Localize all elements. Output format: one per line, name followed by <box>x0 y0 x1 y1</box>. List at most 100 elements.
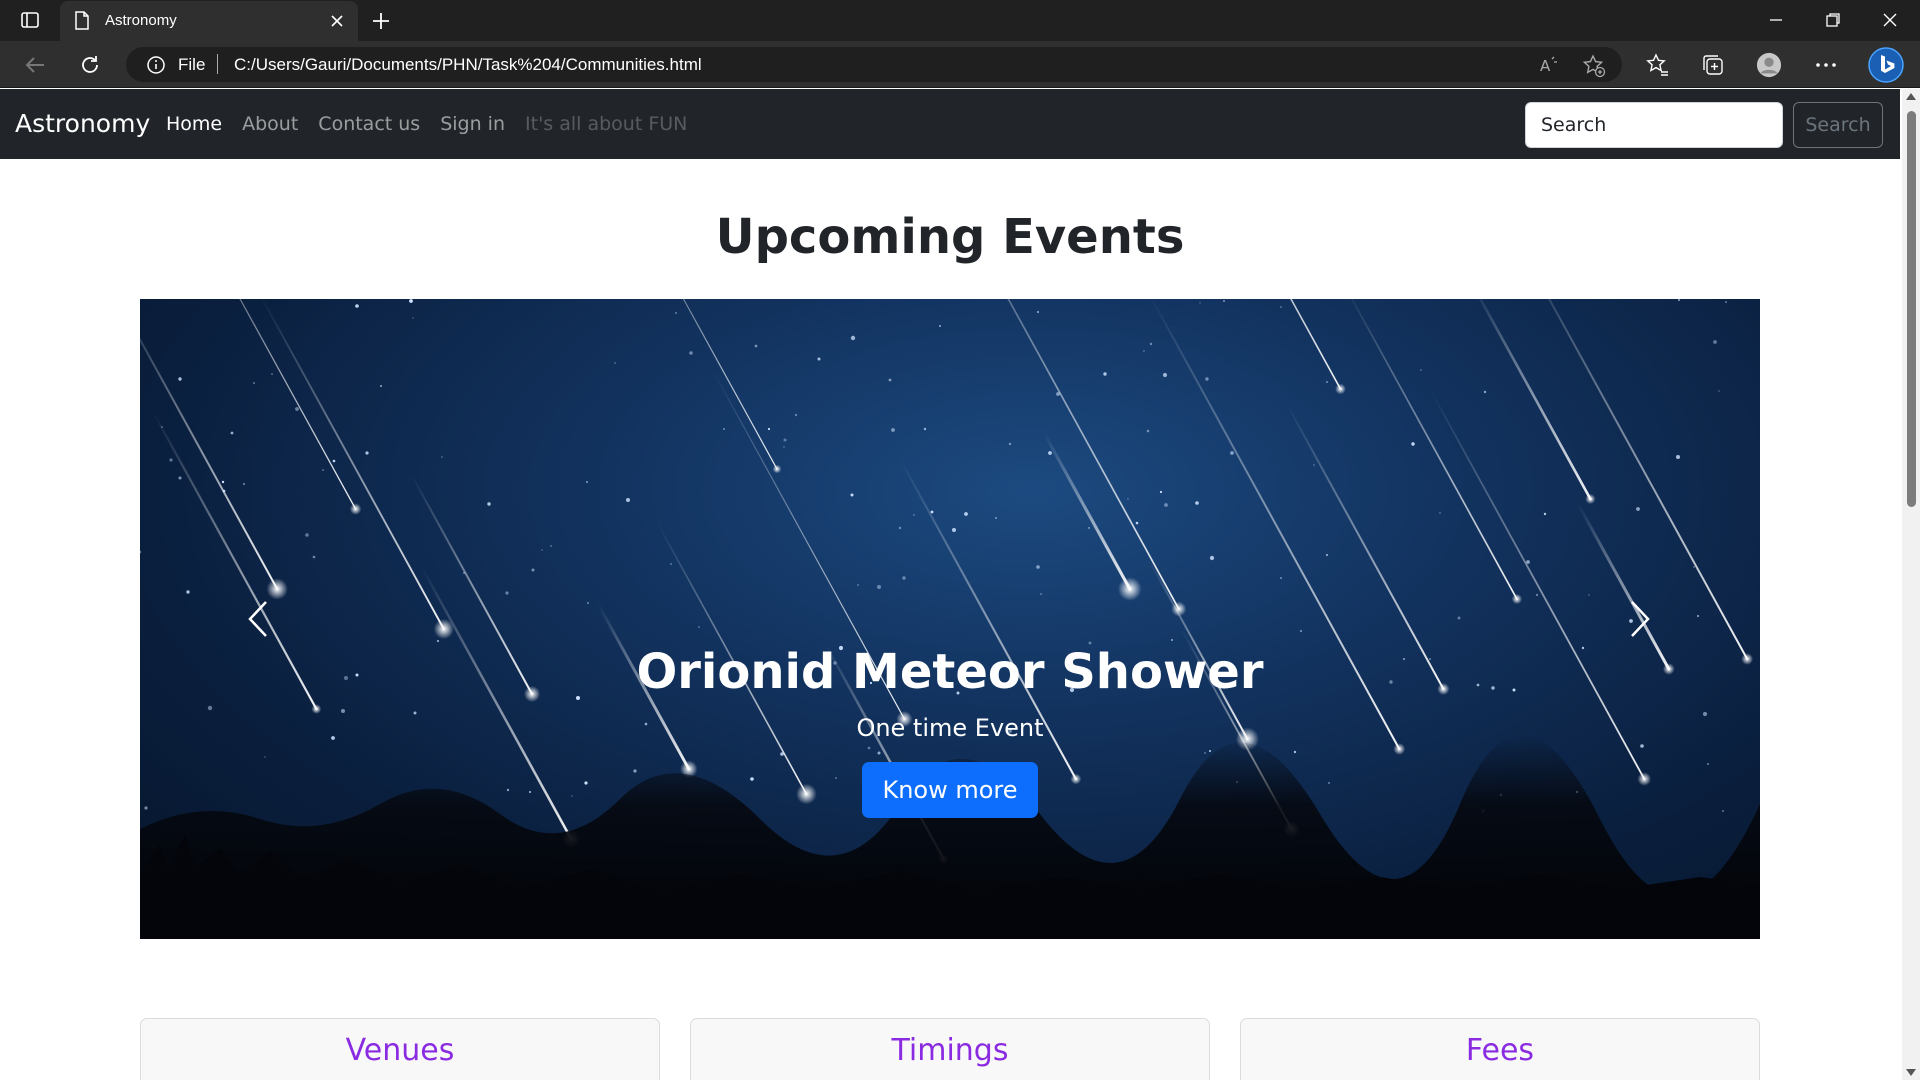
star <box>877 585 881 589</box>
close-tab-icon[interactable] <box>328 12 346 30</box>
star <box>178 377 182 381</box>
meteor-streak <box>140 337 279 590</box>
more-options-icon[interactable] <box>1813 52 1839 78</box>
star <box>1205 377 1209 381</box>
star <box>964 512 968 516</box>
carousel-prev-icon[interactable] <box>240 594 280 644</box>
star <box>891 428 895 432</box>
star <box>186 590 190 594</box>
star <box>355 304 359 308</box>
star <box>1696 614 1700 618</box>
nav-link-contact[interactable]: Contact us <box>318 113 420 135</box>
star <box>140 550 142 554</box>
minimize-icon[interactable] <box>1766 10 1786 30</box>
vertical-scrollbar[interactable] <box>1902 89 1920 1080</box>
star <box>1171 639 1173 641</box>
restore-icon[interactable] <box>1823 10 1843 30</box>
star <box>585 480 589 484</box>
star <box>1280 306 1282 308</box>
star <box>1713 340 1717 344</box>
star <box>1143 350 1145 352</box>
star <box>169 458 173 462</box>
star <box>1326 381 1328 383</box>
star <box>783 446 785 448</box>
meteor-streak <box>1290 299 1342 390</box>
star <box>1411 442 1415 446</box>
browser-tab[interactable]: Astronomy <box>60 1 358 41</box>
meteor-streak <box>261 299 445 630</box>
star <box>1127 498 1129 500</box>
star <box>783 438 787 442</box>
star <box>626 498 630 502</box>
star <box>437 640 439 642</box>
star <box>754 344 758 348</box>
add-favorite-icon[interactable] <box>1582 54 1606 78</box>
star <box>221 480 225 484</box>
url-text[interactable]: C:/Users/Gauri/Documents/PHN/Task%204/Co… <box>234 55 702 75</box>
card-title: Venues <box>345 1033 455 1068</box>
star <box>1199 302 1201 304</box>
star <box>1676 455 1680 459</box>
star <box>1135 521 1139 525</box>
star <box>1535 593 1539 597</box>
star <box>1636 507 1640 511</box>
star <box>487 502 491 506</box>
star <box>1543 512 1547 516</box>
url-field[interactable]: File C:/Users/Gauri/Documents/PHN/Task%2… <box>126 47 1622 82</box>
meteor-glow <box>1171 601 1187 617</box>
know-more-button[interactable]: Know more <box>862 762 1038 818</box>
browser-tab-bar: Astronomy <box>0 0 1920 41</box>
star <box>1048 451 1052 455</box>
scroll-down-icon[interactable] <box>1906 1069 1916 1076</box>
profile-avatar-icon[interactable] <box>1756 52 1782 78</box>
meteor-glow <box>1335 383 1346 395</box>
star <box>531 568 535 572</box>
star <box>902 576 906 580</box>
meteor-glow <box>433 618 454 640</box>
star <box>1326 554 1328 556</box>
card-venues[interactable]: Venues <box>140 1018 660 1080</box>
bing-chat-icon[interactable] <box>1868 47 1904 83</box>
back-arrow-icon[interactable] <box>22 52 48 78</box>
star <box>409 299 413 303</box>
nav-link-about[interactable]: About <box>242 113 298 135</box>
star <box>1300 630 1302 632</box>
info-cards: Venues Timings Fees <box>140 1018 1760 1080</box>
meteor-glow <box>349 503 362 515</box>
favorites-icon[interactable] <box>1645 52 1671 78</box>
star <box>723 428 725 430</box>
new-tab-icon[interactable] <box>370 10 392 32</box>
scroll-up-icon[interactable] <box>1906 93 1916 100</box>
carousel-next-icon[interactable] <box>1618 594 1658 644</box>
star <box>675 312 677 314</box>
collections-icon[interactable] <box>1700 52 1726 78</box>
info-icon[interactable] <box>146 55 166 80</box>
slide-title: Orionid Meteor Shower <box>636 644 1264 700</box>
brand-logo[interactable]: Astronomy <box>15 109 150 138</box>
star <box>670 563 672 565</box>
star <box>1677 299 1681 302</box>
tab-actions-icon[interactable] <box>14 8 46 32</box>
tab-title: Astronomy <box>105 12 177 29</box>
meteor-streak <box>682 299 778 470</box>
star <box>222 489 226 493</box>
card-timings[interactable]: Timings <box>690 1018 1210 1080</box>
star <box>295 407 299 411</box>
search-input[interactable]: Search <box>1525 102 1783 148</box>
refresh-icon[interactable] <box>77 52 103 78</box>
read-aloud-icon[interactable]: A <box>1538 54 1560 76</box>
nav-link-sign-in[interactable]: Sign in <box>440 113 505 135</box>
close-window-icon[interactable] <box>1880 10 1900 30</box>
star <box>1088 527 1090 529</box>
card-fees[interactable]: Fees <box>1240 1018 1760 1080</box>
star <box>930 510 934 514</box>
star <box>888 378 892 382</box>
nav-link-home[interactable]: Home <box>166 113 222 135</box>
star <box>898 526 902 530</box>
scrollbar-thumb[interactable] <box>1907 111 1916 507</box>
star <box>1036 310 1040 314</box>
search-button[interactable]: Search <box>1793 102 1883 148</box>
star <box>322 469 324 471</box>
star <box>1313 464 1315 466</box>
meteor-shower-image <box>140 299 1760 939</box>
